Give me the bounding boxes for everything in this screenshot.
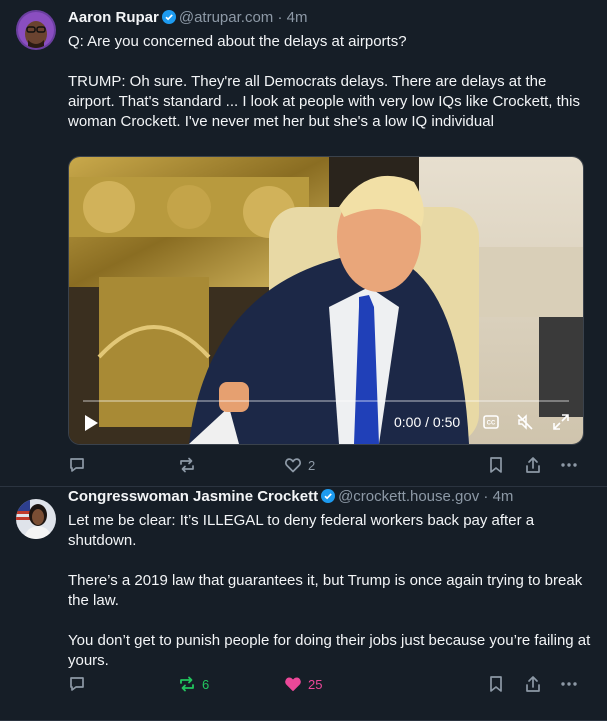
reply-button[interactable] bbox=[68, 456, 92, 474]
bookmark-icon bbox=[490, 457, 502, 473]
captions-icon[interactable]: CC bbox=[483, 415, 499, 434]
play-icon[interactable] bbox=[83, 414, 99, 437]
timestamp[interactable]: 4m bbox=[287, 9, 308, 26]
video-controls: 0:00 / 0:50 CC bbox=[69, 396, 583, 444]
avatar[interactable] bbox=[16, 10, 56, 50]
video-progress[interactable] bbox=[83, 400, 569, 402]
post-text: Q: Are you concerned about the delays at… bbox=[68, 33, 580, 130]
post-actions: 2 bbox=[68, 454, 593, 476]
like-button[interactable]: 25 bbox=[284, 675, 322, 693]
repost-icon bbox=[180, 676, 194, 692]
like-button[interactable]: 2 bbox=[284, 456, 315, 474]
reply-icon bbox=[70, 677, 84, 691]
post-actions: 6 25 bbox=[68, 673, 593, 695]
bookmark-icon bbox=[490, 676, 502, 692]
like-count: 25 bbox=[308, 676, 323, 692]
author-handle[interactable]: @crockett.house.gov bbox=[338, 488, 479, 505]
bookmark-button[interactable] bbox=[488, 456, 504, 474]
author-handle[interactable]: @atrupar.com bbox=[179, 9, 273, 26]
video-time: 0:00 / 0:50 bbox=[394, 414, 461, 430]
timestamp[interactable]: 4m bbox=[493, 488, 514, 505]
more-icon bbox=[561, 463, 577, 467]
svg-text:CC: CC bbox=[487, 421, 496, 427]
heart-icon bbox=[285, 677, 301, 692]
author-name[interactable]: Congresswoman Jasmine Crockett bbox=[68, 488, 318, 505]
bookmark-button[interactable] bbox=[488, 675, 504, 693]
mute-icon[interactable] bbox=[517, 414, 533, 435]
verified-badge-icon bbox=[161, 10, 176, 30]
post-jasmine-crockett[interactable]: Congresswoman Jasmine Crockett @crockett.… bbox=[0, 487, 607, 721]
separator: · bbox=[483, 488, 489, 505]
verified-badge-icon bbox=[321, 489, 336, 509]
author-name[interactable]: Aaron Rupar bbox=[68, 9, 159, 26]
repost-count: 6 bbox=[202, 676, 210, 692]
more-options-button[interactable] bbox=[560, 675, 578, 693]
reply-icon bbox=[70, 458, 84, 472]
more-icon bbox=[561, 682, 577, 686]
repost-button[interactable]: 6 bbox=[178, 675, 209, 693]
reply-button[interactable] bbox=[68, 675, 92, 693]
post-aaron-rupar[interactable]: Aaron Rupar @atrupar.com · 4m Q: Are you … bbox=[0, 0, 607, 487]
repost-icon bbox=[180, 457, 194, 473]
separator: · bbox=[277, 9, 283, 26]
share-button[interactable] bbox=[524, 456, 542, 474]
repost-button[interactable] bbox=[178, 456, 202, 474]
share-icon bbox=[526, 676, 540, 692]
share-button[interactable] bbox=[524, 675, 542, 693]
fullscreen-icon[interactable] bbox=[553, 414, 569, 435]
video-player[interactable]: 0:00 / 0:50 CC bbox=[68, 156, 584, 445]
post-text: Let me be clear: It’s ILLEGAL to deny fe… bbox=[68, 512, 591, 669]
more-options-button[interactable] bbox=[560, 456, 578, 474]
share-icon bbox=[526, 457, 540, 473]
heart-icon bbox=[285, 458, 301, 473]
like-count: 2 bbox=[308, 457, 316, 473]
avatar[interactable] bbox=[16, 499, 56, 539]
